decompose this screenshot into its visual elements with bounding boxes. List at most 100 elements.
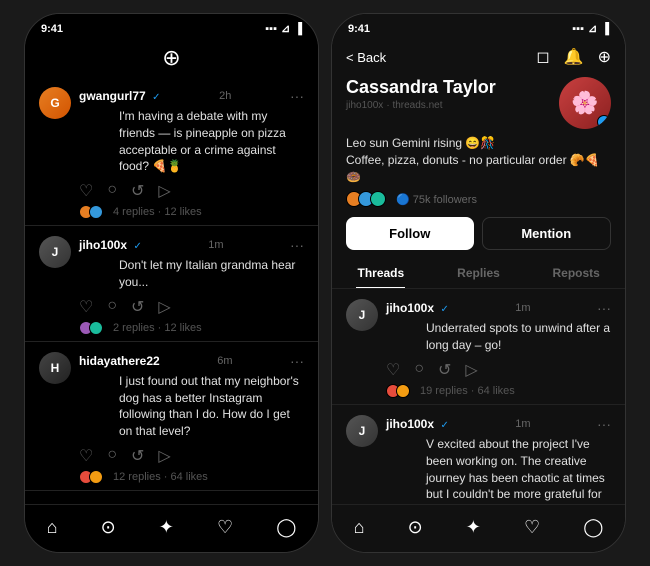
profile-post-1: J jiho100x ✓ 1m ··· Underrated spots to … bbox=[332, 289, 625, 405]
right-nav-compose-icon[interactable]: ✦ bbox=[456, 513, 491, 542]
content-post2: Don't let my Italian grandma hear you... bbox=[79, 257, 304, 291]
post-gwangurl77: G gwangurl77 ✓ 2h ··· I'm having a debat… bbox=[25, 77, 318, 226]
right-status-bar: 9:41 ▪▪▪ ⊿ ▐ bbox=[332, 14, 625, 39]
right-signal-icon: ▪▪▪ bbox=[572, 23, 584, 35]
stats-text-post2: 2 replies · 12 likes bbox=[113, 322, 202, 334]
avatar-hidayathere22: H bbox=[39, 352, 71, 384]
share-icon-post1[interactable]: ▷ bbox=[158, 181, 170, 201]
username-jiho100x-1: jiho100x bbox=[79, 238, 127, 252]
right-nav-heart-icon[interactable]: ♡ bbox=[514, 513, 550, 542]
repost-icon-pp1[interactable]: ↺ bbox=[438, 360, 451, 380]
profile-feed[interactable]: J jiho100x ✓ 1m ··· Underrated spots to … bbox=[332, 289, 625, 504]
tab-reposts[interactable]: Reposts bbox=[527, 258, 625, 288]
actions-pp1: ♡ ○ ↺ ▷ bbox=[346, 360, 611, 380]
like-icon-post1[interactable]: ♡ bbox=[79, 181, 93, 201]
more-icon-pp1[interactable]: ··· bbox=[597, 300, 611, 316]
avatar-profile-post2: J bbox=[346, 415, 378, 447]
nav-compose-icon[interactable]: ✦ bbox=[149, 513, 184, 542]
comment-icon-post2[interactable]: ○ bbox=[107, 297, 117, 317]
avatar-jiho100x-1: J bbox=[39, 236, 71, 268]
time-pp2: 1m bbox=[515, 418, 530, 430]
followers-count: 🔵 75k followers bbox=[396, 193, 477, 206]
right-nav-home-icon[interactable]: ⌂ bbox=[344, 513, 375, 542]
username-hidayathere22: hidayathere22 bbox=[79, 354, 160, 368]
time-post2: 1m bbox=[208, 239, 223, 251]
avatar-gwangurl77: G bbox=[39, 87, 71, 119]
content-pp1: Underrated spots to unwind after a long … bbox=[386, 320, 611, 354]
post-hidayathere22: H hidayathere22 6m ··· I just found out … bbox=[25, 342, 318, 491]
right-battery-icon: ▐ bbox=[601, 23, 609, 35]
repost-icon-post3[interactable]: ↺ bbox=[131, 446, 144, 466]
share-icon-post2[interactable]: ▷ bbox=[158, 297, 170, 317]
back-button[interactable]: < Back bbox=[346, 50, 386, 65]
profile-post-2: J jiho100x ✓ 1m ··· V excited about the … bbox=[332, 405, 625, 504]
profile-actions: Follow Mention bbox=[346, 217, 611, 250]
like-icon-pp1[interactable]: ♡ bbox=[386, 360, 400, 380]
right-status-icons: ▪▪▪ ⊿ ▐ bbox=[572, 22, 609, 35]
avatar-profile-post1: J bbox=[346, 299, 378, 331]
stats-post3: 12 replies · 64 likes bbox=[39, 470, 304, 484]
comment-icon-post3[interactable]: ○ bbox=[107, 446, 117, 466]
time-post3: 6m bbox=[217, 355, 232, 367]
profile-header-bar: < Back ◻ 🔔 ⊕ bbox=[332, 39, 625, 71]
right-bottom-nav: ⌂ ⊙ ✦ ♡ ◯ bbox=[332, 504, 625, 552]
tab-replies[interactable]: Replies bbox=[430, 258, 528, 288]
instagram-icon[interactable]: ◻ bbox=[536, 47, 549, 67]
app-header: ⊕ bbox=[25, 39, 318, 77]
profile-avatar: 🌸 ✓ bbox=[559, 77, 611, 129]
right-nav-search-icon[interactable]: ⊙ bbox=[398, 513, 433, 542]
follow-button[interactable]: Follow bbox=[346, 217, 474, 250]
battery-icon: ▐ bbox=[294, 23, 302, 35]
profile-name: Cassandra Taylor bbox=[346, 77, 496, 98]
left-feed[interactable]: G gwangurl77 ✓ 2h ··· I'm having a debat… bbox=[25, 77, 318, 504]
post-aimi-allover: tarekoyou reposted A aimi.allover 2h ··· bbox=[25, 491, 318, 504]
more-profile-icon[interactable]: ⊕ bbox=[598, 47, 611, 67]
right-wifi-icon: ⊿ bbox=[588, 22, 597, 35]
profile-verified-badge: ✓ bbox=[597, 115, 611, 129]
left-time: 9:41 bbox=[41, 23, 63, 35]
stats-post1: 4 replies · 12 likes bbox=[39, 205, 304, 219]
profile-followers: 🔵 75k followers bbox=[346, 191, 611, 207]
more-icon-pp2[interactable]: ··· bbox=[597, 416, 611, 432]
nav-heart-icon[interactable]: ♡ bbox=[207, 513, 243, 542]
like-icon-post3[interactable]: ♡ bbox=[79, 446, 93, 466]
username-pp2: jiho100x bbox=[386, 417, 434, 431]
wifi-icon: ⊿ bbox=[281, 22, 290, 35]
profile-info-section: Cassandra Taylor jiho100x · threads.net … bbox=[332, 71, 625, 258]
left-bottom-nav: ⌂ ⊙ ✦ ♡ ◯ bbox=[25, 504, 318, 552]
content-post1: I'm having a debate with my friends — is… bbox=[79, 108, 304, 175]
like-icon-post2[interactable]: ♡ bbox=[79, 297, 93, 317]
nav-profile-icon[interactable]: ◯ bbox=[266, 513, 306, 542]
username-gwangurl77: gwangurl77 bbox=[79, 89, 146, 103]
content-pp2: V excited about the project I've been wo… bbox=[386, 436, 611, 504]
verified-gwangurl77: ✓ bbox=[152, 92, 160, 103]
time-pp1: 1m bbox=[515, 302, 530, 314]
left-phone: 9:41 ▪▪▪ ⊿ ▐ ⊕ G bbox=[24, 13, 319, 553]
nav-home-icon[interactable]: ⌂ bbox=[37, 513, 68, 542]
notifications-icon[interactable]: 🔔 bbox=[564, 47, 584, 67]
time-post1: 2h bbox=[219, 90, 231, 102]
profile-bio: Leo sun Gemini rising 😄🎊Coffee, pizza, d… bbox=[346, 135, 611, 185]
stats-pp1: 19 replies · 64 likes bbox=[346, 384, 611, 398]
repost-icon-post1[interactable]: ↺ bbox=[131, 181, 144, 201]
stats-text-post1: 4 replies · 12 likes bbox=[113, 206, 202, 218]
mention-button[interactable]: Mention bbox=[482, 217, 612, 250]
more-icon-post2[interactable]: ··· bbox=[290, 237, 304, 253]
repost-icon-post2[interactable]: ↺ bbox=[131, 297, 144, 317]
right-time: 9:41 bbox=[348, 23, 370, 35]
actions-post1: ♡ ○ ↺ ▷ bbox=[39, 181, 304, 201]
actions-post3: ♡ ○ ↺ ▷ bbox=[39, 446, 304, 466]
profile-tabs: Threads Replies Reposts bbox=[332, 258, 625, 289]
nav-search-icon[interactable]: ⊙ bbox=[91, 513, 126, 542]
comment-icon-post1[interactable]: ○ bbox=[107, 181, 117, 201]
more-icon-post3[interactable]: ··· bbox=[290, 353, 304, 369]
right-nav-profile-icon[interactable]: ◯ bbox=[573, 513, 613, 542]
comment-icon-pp1[interactable]: ○ bbox=[414, 360, 424, 380]
content-post3: I just found out that my neighbor's dog … bbox=[79, 373, 304, 440]
share-icon-post3[interactable]: ▷ bbox=[158, 446, 170, 466]
actions-post2: ♡ ○ ↺ ▷ bbox=[39, 297, 304, 317]
more-icon-post1[interactable]: ··· bbox=[290, 88, 304, 104]
share-icon-pp1[interactable]: ▷ bbox=[465, 360, 477, 380]
tab-threads[interactable]: Threads bbox=[332, 258, 430, 288]
stats-text-pp1: 19 replies · 64 likes bbox=[420, 385, 515, 397]
